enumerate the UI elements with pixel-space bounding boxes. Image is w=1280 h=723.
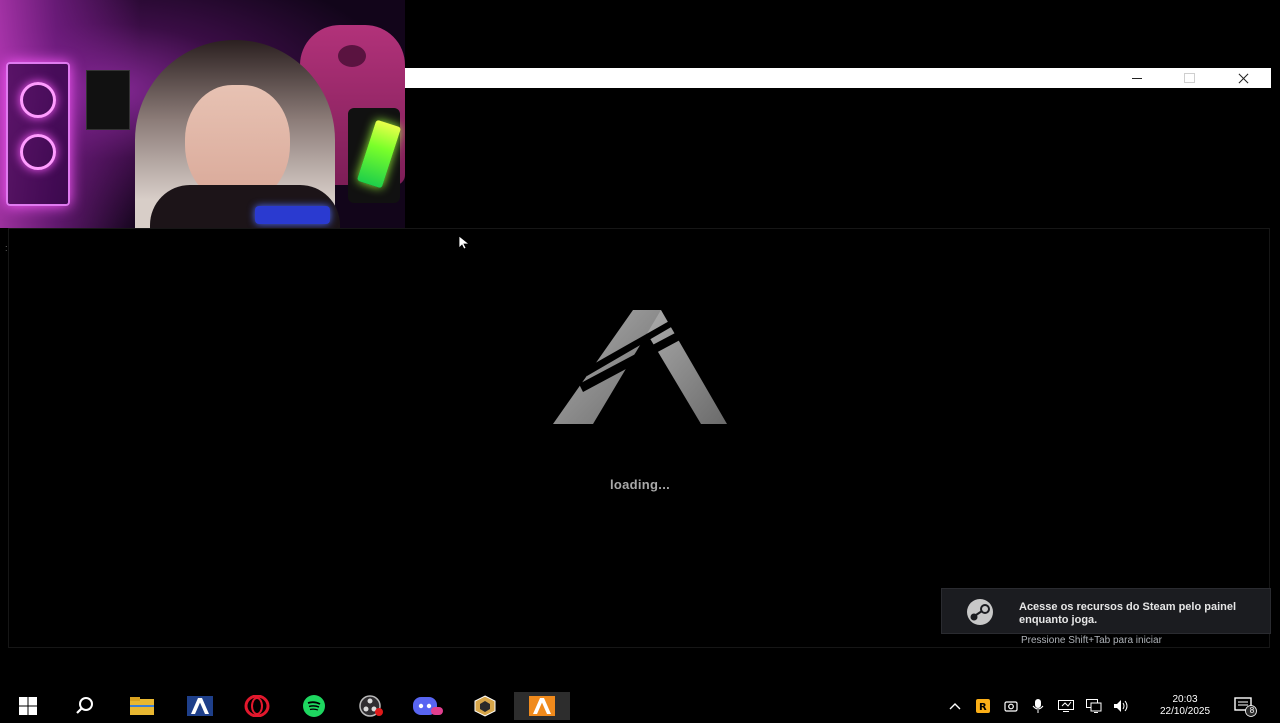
tray-network-icon[interactable]	[1085, 696, 1103, 716]
webcam-phone	[255, 206, 330, 224]
webcam-monitor	[86, 70, 130, 130]
minimize-button[interactable]	[1112, 68, 1162, 88]
search-icon	[76, 697, 93, 714]
minimize-icon	[1132, 77, 1142, 79]
tray-volume-icon[interactable]	[1113, 696, 1131, 716]
overwolf-icon	[474, 695, 496, 717]
loading-text: loading...	[609, 477, 671, 492]
taskbar-overwolf[interactable]	[464, 692, 506, 720]
app-frame	[8, 228, 1270, 648]
webcam-pc-case	[6, 62, 70, 206]
search-button[interactable]	[64, 692, 106, 720]
close-button[interactable]	[1218, 68, 1268, 88]
folder-icon	[130, 697, 154, 715]
taskbar-obs[interactable]	[350, 692, 392, 720]
close-icon	[1238, 73, 1249, 84]
notification-center-button[interactable]: 8	[1232, 694, 1258, 718]
taskbar-clock[interactable]: 20:03 22/10/2025	[1140, 694, 1230, 718]
taskbar: R 20:03 22/10/2025 8	[0, 692, 1280, 720]
taskbar-opera-gx[interactable]	[236, 692, 278, 720]
taskbar-file-explorer[interactable]	[121, 692, 163, 720]
obs-icon	[359, 695, 383, 717]
start-button[interactable]	[7, 692, 49, 720]
notification-count-badge: 8	[1249, 706, 1255, 715]
clock-time: 20:03	[1172, 694, 1198, 705]
spotify-icon	[303, 695, 325, 717]
tray-display-icon[interactable]	[1057, 696, 1075, 716]
svg-text:R: R	[979, 702, 987, 713]
tray-camera-icon[interactable]	[1002, 696, 1020, 716]
frame-marker: :	[5, 243, 8, 253]
taskbar-launcher[interactable]	[179, 692, 221, 720]
tray-microphone-icon[interactable]	[1029, 696, 1047, 716]
launcher-titlebar[interactable]	[405, 68, 1271, 88]
tray-overflow-chevron-up-icon[interactable]	[946, 696, 964, 716]
taskbar-launcher-active[interactable]	[514, 692, 570, 720]
steam-notification[interactable]: Acesse os recursos do Steam pelo painel …	[941, 588, 1271, 634]
taskbar-discord[interactable]	[407, 692, 449, 720]
steam-icon	[967, 599, 993, 625]
webcam-overlay	[0, 0, 405, 228]
maximize-icon	[1183, 73, 1195, 83]
mouse-cursor-icon	[458, 235, 471, 250]
maximize-button[interactable]	[1164, 68, 1214, 88]
steam-notification-message: Acesse os recursos do Steam pelo painel …	[1019, 601, 1237, 626]
launcher-logo-icon	[553, 310, 727, 424]
opera-gx-icon	[244, 695, 270, 717]
taskbar-spotify[interactable]	[293, 692, 335, 720]
discord-icon	[413, 697, 443, 715]
clock-date: 22/10/2025	[1159, 706, 1211, 717]
tray-rockstar-icon[interactable]: R	[974, 696, 992, 716]
launcher-app-icon	[187, 696, 213, 716]
windows-icon	[19, 697, 37, 715]
launcher-orange-icon	[529, 696, 555, 716]
steam-overlay-hint: Pressione Shift+Tab para iniciar	[1021, 635, 1162, 646]
